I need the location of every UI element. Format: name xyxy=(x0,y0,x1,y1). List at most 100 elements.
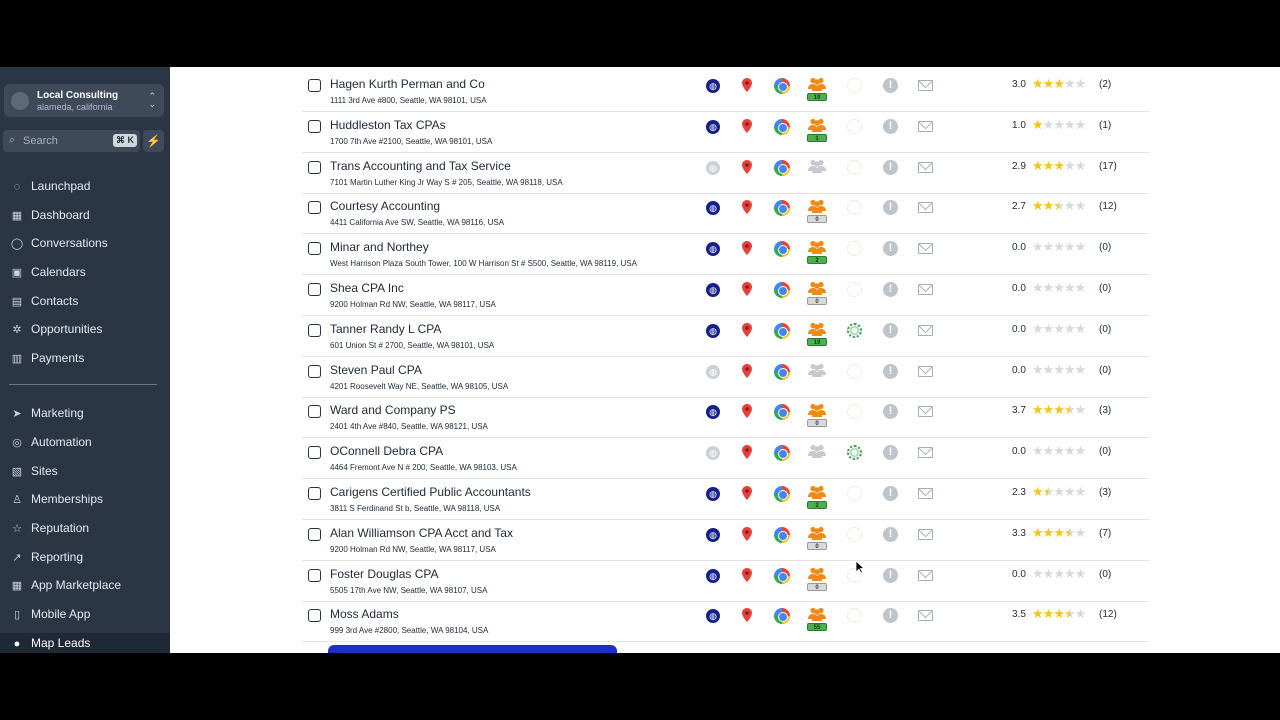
sidebar-item-conversations[interactable]: ◯ Conversations xyxy=(9,233,108,253)
sidebar-item-mobile-app[interactable]: ▯ Mobile App xyxy=(9,604,90,624)
sidebar-item-sites[interactable]: ▧ Sites xyxy=(9,461,58,481)
email-icon[interactable] xyxy=(918,447,933,459)
google-icon[interactable] xyxy=(774,78,790,94)
website-globe-icon[interactable]: ◍ xyxy=(706,568,720,583)
website-globe-icon[interactable]: ◍ xyxy=(706,201,720,216)
google-icon[interactable] xyxy=(774,608,790,625)
lead-checkbox[interactable] xyxy=(308,119,321,133)
website-globe-icon[interactable]: ◍ xyxy=(706,79,720,93)
google-icon[interactable] xyxy=(774,282,790,298)
lead-row[interactable]: Shea CPA Inc 9200 Holman Rd NW, Seattle, … xyxy=(302,275,1149,316)
website-globe-icon[interactable]: ◍ xyxy=(706,405,720,420)
website-globe-icon[interactable]: ◍ xyxy=(706,446,720,461)
sidebar-item-contacts[interactable]: ▤ Contacts xyxy=(9,291,79,311)
email-icon[interactable] xyxy=(918,406,933,418)
sidebar-item-marketing[interactable]: ➤ Marketing xyxy=(9,403,83,423)
lead-row[interactable]: Moss Adams 999 3rd Ave #2800, Seattle, WA… xyxy=(302,601,1149,643)
lead-checkbox[interactable] xyxy=(308,79,321,92)
google-icon[interactable] xyxy=(774,200,790,217)
google-icon[interactable] xyxy=(774,241,790,258)
lead-checkbox[interactable] xyxy=(308,323,321,337)
lead-row[interactable]: Foster Douglas CPA 5505 17th Ave NW, Seat… xyxy=(302,561,1149,602)
map-pin-icon[interactable] xyxy=(742,159,752,174)
google-icon[interactable] xyxy=(774,486,790,502)
website-globe-icon[interactable]: ◍ xyxy=(706,283,720,297)
email-icon[interactable] xyxy=(918,80,933,91)
lead-checkbox[interactable] xyxy=(308,487,321,500)
email-icon[interactable] xyxy=(918,528,933,540)
google-icon[interactable] xyxy=(774,526,790,543)
google-icon[interactable] xyxy=(774,363,790,380)
email-icon[interactable] xyxy=(918,569,933,581)
sidebar-item-dashboard[interactable]: ▦ Dashboard xyxy=(9,205,90,225)
email-icon[interactable] xyxy=(918,488,933,499)
google-icon[interactable] xyxy=(774,118,790,135)
sidebar-item-reporting[interactable]: ↗ Reporting xyxy=(9,547,83,567)
lead-row[interactable]: Minar and Northey West Harrison Plaza Sou… xyxy=(302,234,1149,276)
lead-checkbox[interactable] xyxy=(308,160,321,174)
sidebar-item-reputation[interactable]: ☆ Reputation xyxy=(9,518,89,538)
website-globe-icon[interactable]: ◍ xyxy=(706,160,720,175)
lead-row[interactable]: Trans Accounting and Tax Service 7101 Mar… xyxy=(302,153,1149,194)
google-icon[interactable] xyxy=(774,445,790,462)
map-pin-icon[interactable] xyxy=(742,200,752,215)
map-pin-icon[interactable] xyxy=(742,241,752,256)
google-icon[interactable] xyxy=(774,159,790,176)
map-pin-icon[interactable] xyxy=(742,445,752,460)
website-globe-icon[interactable]: ◍ xyxy=(706,119,720,134)
map-pin-icon[interactable] xyxy=(742,363,752,378)
website-globe-icon[interactable]: ◍ xyxy=(706,527,720,542)
map-pin-icon[interactable] xyxy=(742,118,752,133)
lead-row[interactable]: Huddleston Tax CPAs 1700 7th Ave #2100, S… xyxy=(302,112,1149,153)
lead-row[interactable]: Alan Williamson CPA Acct and Tax 9200 Hol… xyxy=(302,520,1149,561)
sidebar-item-automation[interactable]: ◎ Automation xyxy=(9,432,92,452)
sidebar-item-payments[interactable]: ▥ Payments xyxy=(9,348,85,368)
google-icon[interactable] xyxy=(774,404,790,421)
map-pin-icon[interactable] xyxy=(742,322,752,337)
email-icon[interactable] xyxy=(918,161,933,173)
sidebar-item-calendars[interactable]: ▣ Calendars xyxy=(9,262,86,282)
map-pin-icon[interactable] xyxy=(742,78,752,92)
sidebar-item-map-leads[interactable]: ● Map Leads xyxy=(0,633,170,653)
lead-row[interactable]: Hagen Kurth Perman and Co 1111 3rd Ave #8… xyxy=(302,71,1149,112)
search-input[interactable]: ⌕ Search ⌘ K xyxy=(3,130,140,152)
email-icon[interactable] xyxy=(918,284,933,295)
map-pin-icon[interactable] xyxy=(742,486,752,500)
website-globe-icon[interactable]: ◍ xyxy=(706,487,720,501)
lead-row[interactable]: Tanner Randy L CPA 601 Union St # 2700, S… xyxy=(302,316,1149,357)
sidebar-item-app-marketplace[interactable]: ▦ App Marketplace xyxy=(9,575,121,595)
website-globe-icon[interactable]: ◍ xyxy=(706,242,720,257)
lead-checkbox[interactable] xyxy=(308,609,321,623)
sidebar-item-memberships[interactable]: ♙ Memberships xyxy=(9,489,103,509)
lead-row[interactable]: Steven Paul CPA 4201 Roosevelt Way NE, Se… xyxy=(302,357,1149,398)
lead-row[interactable]: Ward and Company PS 2401 4th Ave #840, Se… xyxy=(302,397,1149,439)
map-pin-icon[interactable] xyxy=(742,608,752,623)
map-pin-icon[interactable] xyxy=(742,404,752,419)
lead-checkbox[interactable] xyxy=(308,568,321,582)
google-icon[interactable] xyxy=(774,322,790,339)
map-pin-icon[interactable] xyxy=(742,526,752,541)
email-icon[interactable] xyxy=(918,202,933,214)
action-button[interactable] xyxy=(328,645,617,653)
lead-row[interactable]: OConnell Debra CPA 4464 Fremont Ave N # 2… xyxy=(302,438,1149,480)
email-icon[interactable] xyxy=(918,243,933,255)
lead-checkbox[interactable] xyxy=(308,242,321,256)
lead-row[interactable]: Carigens Certified Public Accountants 381… xyxy=(302,479,1149,520)
sidebar-item-opportunities[interactable]: ✲ Opportunities xyxy=(9,319,102,339)
sidebar-item-launchpad[interactable]: ◌ Launchpad xyxy=(9,176,91,196)
email-icon[interactable] xyxy=(918,324,933,336)
quick-action-bolt-icon[interactable]: ⚡ xyxy=(143,130,164,152)
email-icon[interactable] xyxy=(918,365,933,377)
google-icon[interactable] xyxy=(774,567,790,584)
lead-checkbox[interactable] xyxy=(308,446,321,460)
website-globe-icon[interactable]: ◍ xyxy=(706,323,720,338)
account-switcher[interactable]: Local Consulting alameda, california ⌃ ⌄ xyxy=(4,84,164,117)
map-pin-icon[interactable] xyxy=(742,282,752,296)
website-globe-icon[interactable]: ◍ xyxy=(706,609,720,624)
website-globe-icon[interactable]: ◍ xyxy=(706,364,720,379)
lead-checkbox[interactable] xyxy=(308,527,321,541)
lead-checkbox[interactable] xyxy=(308,201,321,215)
map-pin-icon[interactable] xyxy=(742,567,752,582)
email-icon[interactable] xyxy=(918,120,933,132)
lead-row[interactable]: Courtesy Accounting 4411 California Ave S… xyxy=(302,193,1149,235)
